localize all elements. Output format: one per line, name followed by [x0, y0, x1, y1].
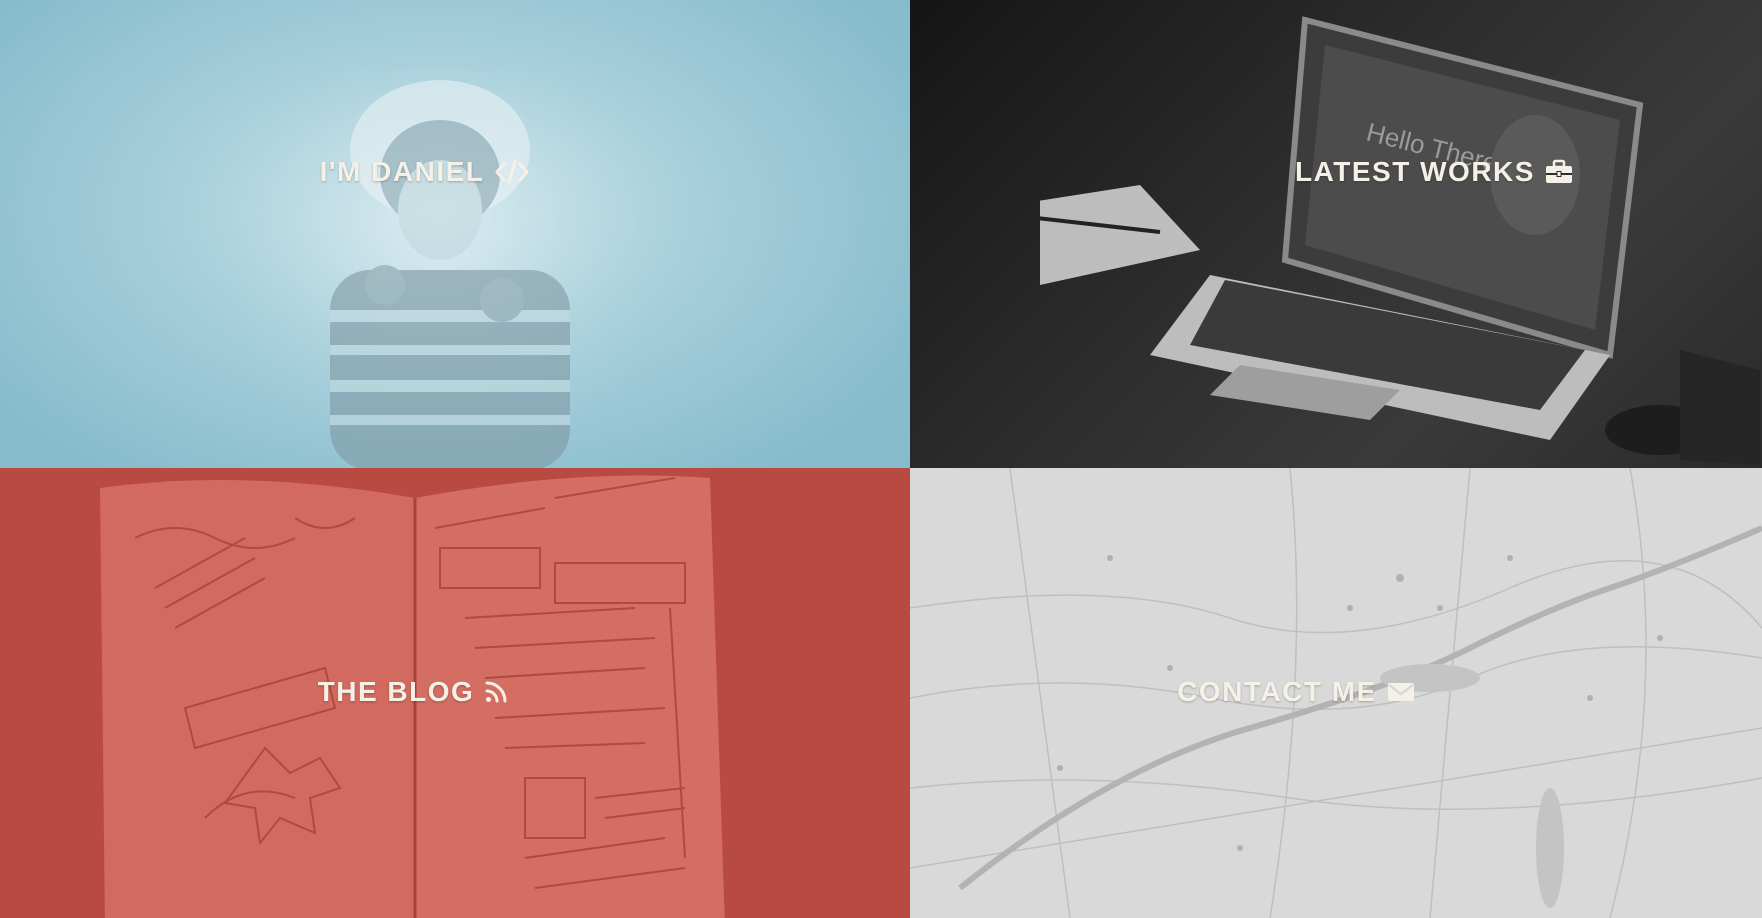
code-icon — [494, 158, 530, 186]
about-text: I'M DANIEL — [319, 156, 485, 187]
tile-grid: I'M DANIEL Hello There! LATEST WORKS THE… — [0, 0, 1762, 918]
tile-contact[interactable]: CONTACT ME — [910, 468, 1762, 918]
laptop-photo: Hello There! — [1040, 16, 1760, 465]
tile-contact-label: CONTACT ME — [1177, 676, 1415, 708]
tile-blog[interactable]: THE BLOG — [0, 468, 910, 918]
envelope-icon — [1387, 681, 1415, 703]
briefcase-icon — [1545, 159, 1573, 185]
tile-about-label: I'M DANIEL — [320, 156, 531, 188]
works-text: LATEST WORKS — [1295, 156, 1535, 187]
tile-blog-label: THE BLOG — [318, 676, 509, 708]
rss-icon — [484, 680, 508, 704]
tile-works[interactable]: Hello There! LATEST WORKS — [910, 0, 1762, 468]
contact-text: CONTACT ME — [1177, 676, 1377, 707]
portrait-photo — [240, 70, 660, 468]
blog-text: THE BLOG — [317, 676, 475, 707]
tile-about[interactable]: I'M DANIEL — [0, 0, 910, 468]
tile-works-label: LATEST WORKS — [1295, 156, 1573, 188]
